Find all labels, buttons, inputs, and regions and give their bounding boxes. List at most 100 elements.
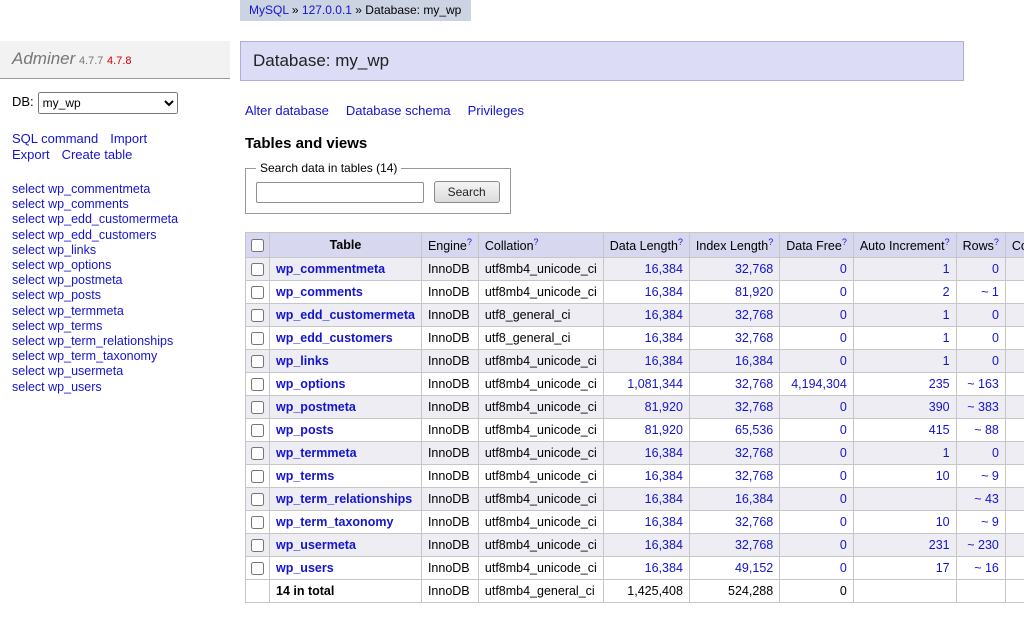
- sidebar-command-link[interactable]: Create table: [62, 147, 133, 162]
- column-help-link[interactable]: ?: [768, 237, 773, 247]
- index-length-link[interactable]: 32,768: [735, 308, 773, 322]
- name-link[interactable]: wp_options: [276, 377, 345, 391]
- sidebar-table-link[interactable]: wp_options: [48, 258, 111, 272]
- index-length-link[interactable]: 32,768: [735, 377, 773, 391]
- column-help-link[interactable]: ?: [994, 237, 999, 247]
- auto-increment-link[interactable]: 10: [936, 515, 950, 529]
- sidebar-table-link[interactable]: wp_commentmeta: [48, 182, 150, 196]
- data-length-link[interactable]: 16,384: [645, 285, 683, 299]
- data-length-link[interactable]: 16,384: [645, 331, 683, 345]
- main-action-link[interactable]: Database schema: [346, 103, 451, 118]
- data-free-link[interactable]: 0: [840, 262, 847, 276]
- rows-link[interactable]: ~ 383: [967, 400, 999, 414]
- name-link[interactable]: wp_termmeta: [276, 446, 357, 460]
- column-help-link[interactable]: ?: [945, 237, 950, 247]
- name-link[interactable]: wp_posts: [276, 423, 334, 437]
- name-link[interactable]: wp_commentmeta: [276, 262, 385, 276]
- breadcrumb-item[interactable]: MySQL: [249, 3, 289, 17]
- row-checkbox[interactable]: [251, 286, 264, 299]
- row-checkbox[interactable]: [251, 447, 264, 460]
- main-action-link[interactable]: Privileges: [468, 103, 524, 118]
- rows-link[interactable]: ~ 88: [974, 423, 999, 437]
- name-link[interactable]: wp_comments: [276, 285, 363, 299]
- search-button[interactable]: Search: [434, 181, 500, 203]
- name-link[interactable]: wp_usermeta: [276, 538, 356, 552]
- auto-increment-link[interactable]: 1: [943, 262, 950, 276]
- sidebar-table-link[interactable]: wp_terms: [48, 319, 102, 333]
- update-version-link[interactable]: 4.7.8: [107, 55, 131, 67]
- rows-link[interactable]: 0: [992, 331, 999, 345]
- data-length-link[interactable]: 16,384: [645, 308, 683, 322]
- data-length-link[interactable]: 16,384: [645, 469, 683, 483]
- name-link[interactable]: wp_links: [276, 354, 329, 368]
- sidebar-table-link[interactable]: wp_usermeta: [48, 364, 123, 378]
- data-length-link[interactable]: 16,384: [645, 262, 683, 276]
- auto-increment-link[interactable]: 17: [936, 561, 950, 575]
- column-help-link[interactable]: ?: [678, 237, 683, 247]
- row-checkbox[interactable]: [251, 539, 264, 552]
- data-free-link[interactable]: 0: [840, 492, 847, 506]
- auto-increment-link[interactable]: 390: [929, 400, 950, 414]
- row-checkbox[interactable]: [251, 263, 264, 276]
- sidebar-table-link[interactable]: wp_termmeta: [48, 304, 124, 318]
- sidebar-select-link[interactable]: select: [12, 273, 45, 287]
- index-length-link[interactable]: 32,768: [735, 469, 773, 483]
- name-link[interactable]: wp_term_taxonomy: [276, 515, 393, 529]
- data-free-link[interactable]: 0: [840, 400, 847, 414]
- column-help-link[interactable]: ?: [534, 237, 539, 247]
- index-length-link[interactable]: 32,768: [735, 515, 773, 529]
- breadcrumb-item[interactable]: 127.0.0.1: [302, 3, 352, 17]
- row-checkbox[interactable]: [251, 516, 264, 529]
- sidebar-select-link[interactable]: select: [12, 228, 45, 242]
- index-length-link[interactable]: 32,768: [735, 400, 773, 414]
- auto-increment-link[interactable]: 2: [943, 285, 950, 299]
- data-length-link[interactable]: 1,081,344: [627, 377, 683, 391]
- auto-increment-link[interactable]: 10: [936, 469, 950, 483]
- index-length-link[interactable]: 81,920: [735, 285, 773, 299]
- sidebar-table-link[interactable]: wp_term_taxonomy: [48, 349, 157, 363]
- name-link[interactable]: wp_term_relationships: [276, 492, 412, 506]
- data-free-link[interactable]: 0: [840, 423, 847, 437]
- sidebar-table-link[interactable]: wp_links: [48, 243, 96, 257]
- sidebar-select-link[interactable]: select: [12, 288, 45, 302]
- auto-increment-link[interactable]: 235: [929, 377, 950, 391]
- sidebar-select-link[interactable]: select: [12, 364, 45, 378]
- row-checkbox[interactable]: [251, 378, 264, 391]
- row-checkbox[interactable]: [251, 332, 264, 345]
- data-free-link[interactable]: 4,194,304: [791, 377, 847, 391]
- index-length-link[interactable]: 49,152: [735, 561, 773, 575]
- data-free-link[interactable]: 0: [840, 308, 847, 322]
- sidebar-table-link[interactable]: wp_users: [48, 380, 102, 394]
- rows-link[interactable]: 0: [992, 262, 999, 276]
- rows-link[interactable]: ~ 16: [974, 561, 999, 575]
- rows-link[interactable]: 0: [992, 446, 999, 460]
- index-length-link[interactable]: 65,536: [735, 423, 773, 437]
- data-free-link[interactable]: 0: [840, 538, 847, 552]
- sidebar-table-link[interactable]: wp_edd_customermeta: [48, 212, 178, 226]
- rows-link[interactable]: ~ 163: [967, 377, 999, 391]
- rows-link[interactable]: ~ 9: [981, 469, 999, 483]
- data-length-link[interactable]: 16,384: [645, 561, 683, 575]
- row-checkbox[interactable]: [251, 470, 264, 483]
- data-free-link[interactable]: 0: [840, 515, 847, 529]
- sidebar-command-link[interactable]: Import: [110, 131, 147, 146]
- auto-increment-link[interactable]: 1: [943, 354, 950, 368]
- sidebar-table-link[interactable]: wp_term_relationships: [48, 334, 173, 348]
- row-checkbox[interactable]: [251, 562, 264, 575]
- db-select[interactable]: my_wp: [38, 92, 178, 114]
- auto-increment-link[interactable]: 231: [929, 538, 950, 552]
- data-free-link[interactable]: 0: [840, 354, 847, 368]
- data-length-link[interactable]: 16,384: [645, 515, 683, 529]
- data-free-link[interactable]: 0: [840, 561, 847, 575]
- index-length-link[interactable]: 16,384: [735, 354, 773, 368]
- auto-increment-link[interactable]: 1: [943, 308, 950, 322]
- column-help-link[interactable]: ?: [842, 237, 847, 247]
- row-checkbox[interactable]: [251, 355, 264, 368]
- sidebar-table-link[interactable]: wp_comments: [48, 197, 129, 211]
- adminer-logo-link[interactable]: Adminer: [12, 49, 75, 68]
- data-free-link[interactable]: 0: [840, 446, 847, 460]
- index-length-link[interactable]: 16,384: [735, 492, 773, 506]
- sidebar-select-link[interactable]: select: [12, 380, 45, 394]
- select-all-checkbox[interactable]: [251, 239, 264, 252]
- row-checkbox[interactable]: [251, 424, 264, 437]
